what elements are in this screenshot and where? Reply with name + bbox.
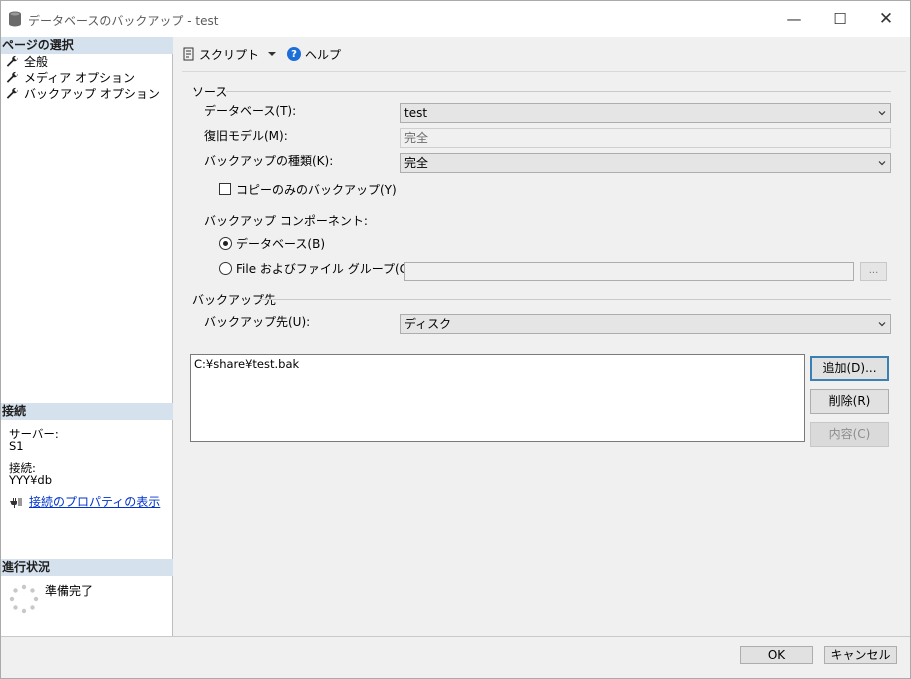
source-group-label: ソース <box>192 85 228 99</box>
copy-only-checkbox[interactable] <box>219 183 231 195</box>
ok-button[interactable]: OK <box>740 646 813 664</box>
chevron-down-icon <box>878 111 886 116</box>
progress-spinner-icon <box>9 584 39 614</box>
help-icon: ? <box>287 47 302 61</box>
database-label: データベース(T): <box>204 104 297 118</box>
script-button[interactable]: スクリプト <box>182 46 277 63</box>
window-title: データベースのバックアップ - test <box>28 14 219 28</box>
cancel-button[interactable]: キャンセル <box>824 646 897 664</box>
contents-button: 内容(C) <box>810 422 889 447</box>
page-item-general[interactable]: 全般 <box>5 54 48 70</box>
help-label: ヘルプ <box>305 47 342 62</box>
destination-group-line <box>260 299 891 300</box>
connection-header: 接続 <box>1 403 173 420</box>
minimize-icon: — <box>786 10 802 28</box>
backup-type-select[interactable]: 完全 <box>400 153 891 173</box>
add-destination-button[interactable]: 追加(D)... <box>810 356 889 381</box>
copy-only-label: コピーのみのバックアップ(Y) <box>236 183 397 197</box>
page-item-label: メディア オプション <box>24 71 135 85</box>
file-groups-field <box>404 262 854 281</box>
title-bar: データベースのバックアップ - test — ☐ ✕ <box>1 1 910 37</box>
help-button[interactable]: ? ヘルプ <box>287 46 341 63</box>
page-select-header: ページの選択 <box>1 37 173 54</box>
backup-component-label: バックアップ コンポーネント: <box>204 214 368 228</box>
database-icon <box>9 11 21 27</box>
remove-destination-button[interactable]: 削除(R) <box>810 389 889 414</box>
backup-type-label: バックアップの種類(K): <box>204 154 334 168</box>
plug-icon <box>10 497 22 508</box>
backup-to-select-value: ディスク <box>404 317 452 331</box>
toolbar: スクリプト ? ヘルプ <box>182 45 351 63</box>
chevron-down-icon <box>878 322 886 327</box>
toolbar-separator <box>182 71 906 72</box>
page-item-label: 全般 <box>24 55 49 69</box>
left-panel: ページの選択 全般 メディア オプション バックアップ オプション 接続 サーバ… <box>1 37 173 636</box>
script-icon <box>183 47 194 61</box>
page-item-media-options[interactable]: メディア オプション <box>5 70 135 86</box>
chevron-down-icon <box>878 161 886 166</box>
backup-database-dialog: データベースのバックアップ - test — ☐ ✕ ページの選択 全般 メディ… <box>0 0 911 679</box>
recovery-model-label: 復旧モデル(M): <box>204 129 288 143</box>
page-item-backup-options[interactable]: バックアップ オプション <box>5 86 160 102</box>
close-icon: ✕ <box>878 9 894 29</box>
page-item-label: バックアップ オプション <box>24 87 160 101</box>
connection-value: YYY¥db <box>9 473 52 487</box>
progress-status: 準備完了 <box>45 584 94 598</box>
source-group-line <box>226 91 891 92</box>
backup-to-label: バックアップ先(U): <box>204 315 311 329</box>
maximize-icon: ☐ <box>833 10 847 28</box>
wrench-icon <box>6 87 18 99</box>
general-page-content: スクリプト ? ヘルプ ソース データベース(T): test 復旧モデル(M)… <box>174 37 910 636</box>
view-connection-properties[interactable]: 接続のプロパティの表示 <box>9 493 160 510</box>
progress-header: 進行状況 <box>1 559 173 576</box>
wrench-icon <box>6 71 18 83</box>
close-button[interactable]: ✕ <box>863 1 909 37</box>
minimize-button[interactable]: — <box>771 1 817 37</box>
component-database-radio[interactable] <box>219 237 232 250</box>
dialog-footer: OK キャンセル <box>1 636 910 678</box>
database-select[interactable]: test <box>400 103 891 123</box>
maximize-button[interactable]: ☐ <box>817 1 863 37</box>
file-groups-browse-button: ... <box>860 262 887 281</box>
server-value: S1 <box>9 439 24 453</box>
component-files-label: File およびファイル グループ(G): <box>236 262 418 276</box>
script-label: スクリプト <box>199 47 260 62</box>
destination-list[interactable]: C:¥share¥test.bak <box>190 354 805 442</box>
recovery-model-field: 完全 <box>400 128 891 148</box>
connection-properties-link[interactable]: 接続のプロパティの表示 <box>29 493 160 510</box>
database-select-value: test <box>404 106 428 120</box>
backup-to-select[interactable]: ディスク <box>400 314 891 334</box>
component-files-radio[interactable] <box>219 262 232 275</box>
component-database-label: データベース(B) <box>236 237 325 251</box>
destination-list-item[interactable]: C:¥share¥test.bak <box>194 357 801 371</box>
wrench-icon <box>6 55 18 67</box>
backup-type-select-value: 完全 <box>404 156 429 170</box>
dropdown-arrow-icon[interactable] <box>267 49 277 59</box>
